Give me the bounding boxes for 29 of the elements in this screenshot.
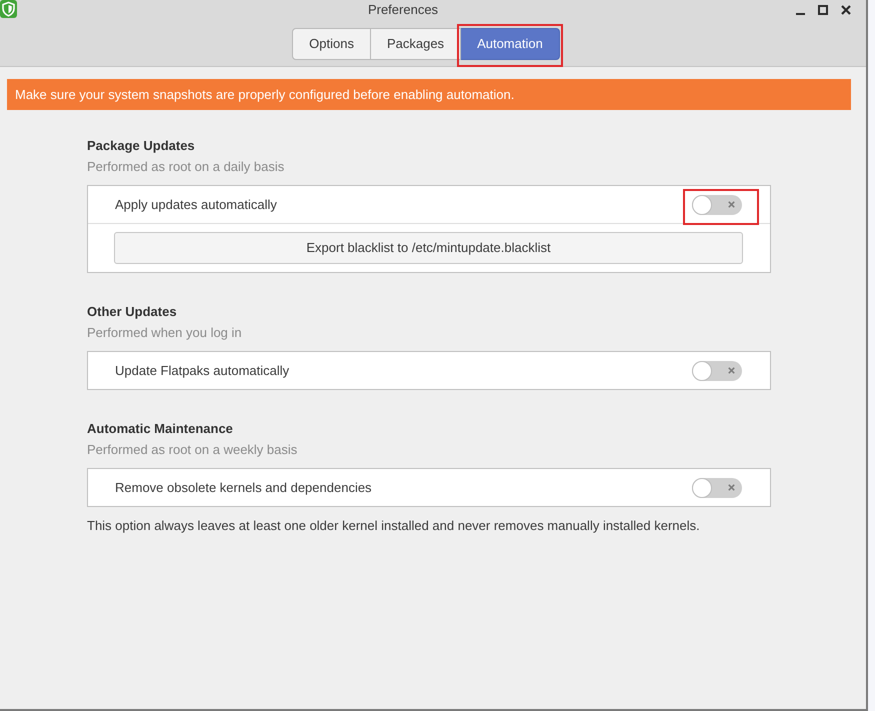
- note-text: This option always leaves at least one older kernel installed and never removes manually installed kernels.: [87, 517, 701, 535]
- setting-label: Update Flatpaks automatically: [115, 362, 290, 380]
- section-title: Other Updates: [87, 303, 178, 321]
- shield-icon: [0, 0, 17, 18]
- setting-label: Remove obsolete kernels and dependencies: [115, 478, 372, 497]
- section-subtitle: Performed as root on a weekly basis: [87, 441, 298, 459]
- switch-knob[interactable]: [692, 194, 712, 214]
- cross-icon: [728, 484, 734, 491]
- minimize-icon: [796, 12, 804, 14]
- close-icon: [841, 5, 851, 15]
- cross-icon: [728, 367, 734, 374]
- toggle-switch[interactable]: [692, 194, 742, 214]
- tab[interactable]: Packages: [370, 28, 462, 60]
- window-title: Preferences: [366, 1, 440, 19]
- switch-knob[interactable]: [692, 360, 712, 380]
- export-button[interactable]: Export blacklist to /etc/mintupdate.blacklist: [114, 232, 743, 264]
- section-title: Package Updates: [87, 137, 196, 155]
- switch-knob[interactable]: [692, 478, 712, 498]
- tab[interactable]: Automation: [461, 28, 560, 60]
- section-subtitle: Performed as root on a daily basis: [87, 158, 286, 176]
- setting-label: Apply updates automatically: [115, 196, 277, 214]
- cross-icon: [728, 201, 734, 208]
- tab[interactable]: Options: [292, 28, 371, 60]
- warning-banner: Make sure your system snapshots are properly configured before enabling automation.: [7, 79, 851, 110]
- toggle-switch[interactable]: [692, 478, 742, 498]
- section-title: Automatic Maintenance: [87, 420, 234, 438]
- section-subtitle: Performed when you log in: [87, 324, 243, 342]
- toggle-switch[interactable]: [692, 360, 742, 380]
- maximize-icon: [818, 5, 828, 15]
